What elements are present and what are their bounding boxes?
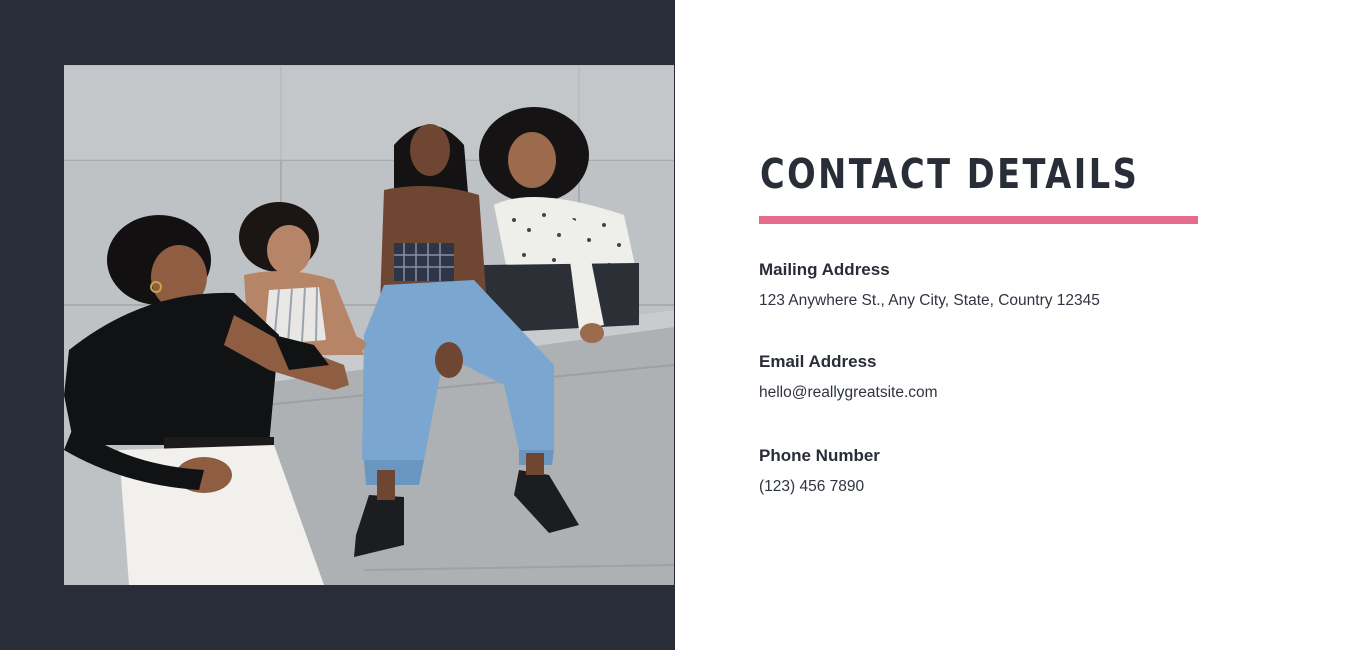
phone-number-label: Phone Number [759, 446, 880, 465]
left-panel [0, 0, 675, 650]
email-address-value[interactable]: hello@reallygreatsite.com [759, 384, 938, 402]
phone-number-value[interactable]: (123) 456 7890 [759, 478, 864, 496]
page-title: CONTACT DETAILS [760, 150, 1140, 198]
group-photo-illustration [64, 65, 674, 585]
contact-panel: CONTACT DETAILS Mailing Address 123 Anyw… [675, 0, 1350, 650]
title-underline [759, 216, 1198, 224]
mailing-address-value: 123 Anywhere St., Any City, State, Count… [759, 292, 1100, 309]
email-address-label: Email Address [759, 352, 877, 371]
mailing-address-label: Mailing Address [759, 260, 890, 279]
group-photo [64, 65, 674, 585]
